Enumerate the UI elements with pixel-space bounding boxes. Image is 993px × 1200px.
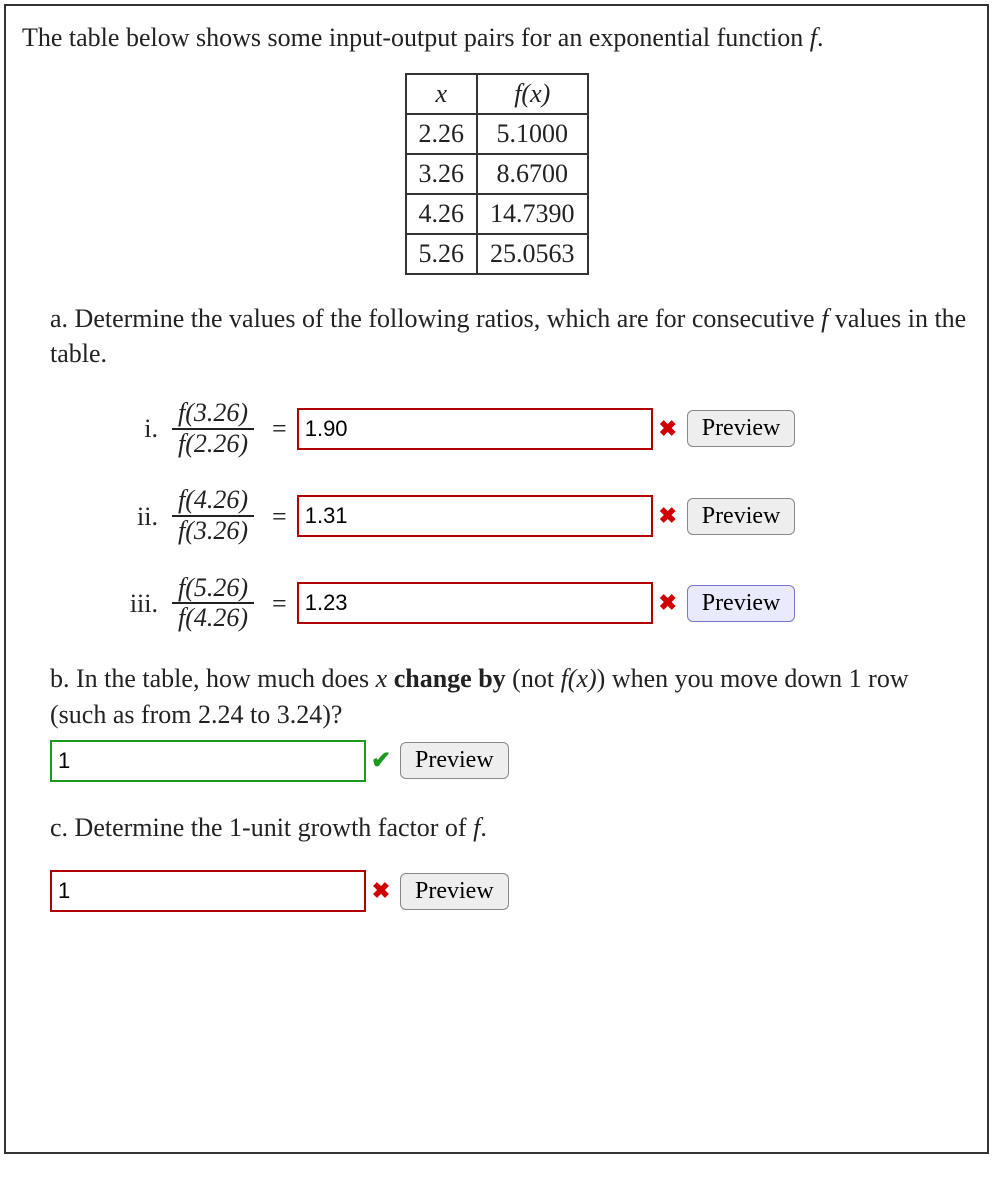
preview-button[interactable]: Preview <box>400 742 509 779</box>
preview-button[interactable]: Preview <box>687 410 796 447</box>
fraction-num: f(5.26) <box>172 574 254 605</box>
part-b-fx: f(x) <box>561 664 597 693</box>
answer-input-i[interactable] <box>297 408 653 450</box>
incorrect-icon: ✖ <box>370 880 392 902</box>
fraction-den: f(2.26) <box>172 430 254 459</box>
part-b-text1: In the table, how much does <box>70 664 376 693</box>
part-b-answer-row: ✔ Preview <box>50 740 971 782</box>
table-cell-fx: 14.7390 <box>477 194 588 234</box>
part-b-label: b. <box>50 664 70 693</box>
part-c: c. Determine the 1-unit growth factor of… <box>50 810 971 912</box>
sub-item-i: i. f(3.26) f(2.26) = ✖ Preview <box>110 399 971 458</box>
part-a-text1: Determine the values of the following ra… <box>68 304 821 333</box>
table-cell-x: 4.26 <box>406 194 478 234</box>
table-row: 4.2614.7390 <box>406 194 588 234</box>
intro-prefix: The table below shows some input-output … <box>22 23 810 52</box>
fraction-num: f(3.26) <box>172 399 254 430</box>
answer-input-b[interactable] <box>50 740 366 782</box>
table-cell-x: 3.26 <box>406 154 478 194</box>
table-cell-x: 5.26 <box>406 234 478 274</box>
incorrect-icon: ✖ <box>657 418 679 440</box>
table-row: 2.265.1000 <box>406 114 588 154</box>
sub-label-iii: iii. <box>110 586 164 621</box>
incorrect-icon: ✖ <box>657 592 679 614</box>
intro-suffix: . <box>817 23 824 52</box>
answer-input-c[interactable] <box>50 870 366 912</box>
sub-item-ii: ii. f(4.26) f(3.26) = ✖ Preview <box>110 486 971 545</box>
equals-sign: = <box>272 586 287 621</box>
table-cell-x: 2.26 <box>406 114 478 154</box>
table-cell-fx: 25.0563 <box>477 234 588 274</box>
fraction: f(4.26) f(3.26) <box>172 486 254 545</box>
sub-label-i: i. <box>110 411 164 446</box>
fraction-den: f(3.26) <box>172 517 254 546</box>
preview-button[interactable]: Preview <box>687 498 796 535</box>
part-b-text3: (not <box>506 664 561 693</box>
fraction: f(3.26) f(2.26) <box>172 399 254 458</box>
preview-button[interactable]: Preview <box>400 873 509 910</box>
table-row: 3.268.6700 <box>406 154 588 194</box>
table-cell-fx: 5.1000 <box>477 114 588 154</box>
equals-sign: = <box>272 499 287 534</box>
intro-text: The table below shows some input-output … <box>22 20 971 55</box>
table-row: 5.2625.0563 <box>406 234 588 274</box>
answer-input-iii[interactable] <box>297 582 653 624</box>
part-c-label: c. <box>50 813 68 842</box>
sub-item-iii: iii. f(5.26) f(4.26) = ✖ Preview <box>110 574 971 633</box>
intro-fn: f <box>810 23 817 52</box>
part-b-xvar: x <box>376 664 388 693</box>
part-c-answer-row: ✖ Preview <box>50 870 971 912</box>
sub-label-ii: ii. <box>110 499 164 534</box>
part-a-label: a. <box>50 304 68 333</box>
table-header-row: x f(x) <box>406 74 588 114</box>
part-b: b. In the table, how much does x change … <box>50 661 971 782</box>
part-c-text1: Determine the 1-unit growth factor of <box>68 813 473 842</box>
incorrect-icon: ✖ <box>657 505 679 527</box>
preview-button[interactable]: Preview <box>687 585 796 622</box>
io-table: x f(x) 2.265.1000 3.268.6700 4.2614.7390… <box>405 73 589 275</box>
answer-input-ii[interactable] <box>297 495 653 537</box>
part-a: a. Determine the values of the following… <box>50 301 971 633</box>
equals-sign: = <box>272 411 287 446</box>
table-cell-fx: 8.6700 <box>477 154 588 194</box>
table-header-x: x <box>435 79 447 108</box>
part-c-text2: . <box>480 813 487 842</box>
table-header-fx: f(x) <box>514 79 550 108</box>
correct-icon: ✔ <box>370 749 392 773</box>
fraction: f(5.26) f(4.26) <box>172 574 254 633</box>
part-a-subitems: i. f(3.26) f(2.26) = ✖ Preview ii. f(4.2… <box>110 399 971 633</box>
part-b-bold: change by <box>394 664 506 693</box>
fraction-num: f(4.26) <box>172 486 254 517</box>
fraction-den: f(4.26) <box>172 604 254 633</box>
